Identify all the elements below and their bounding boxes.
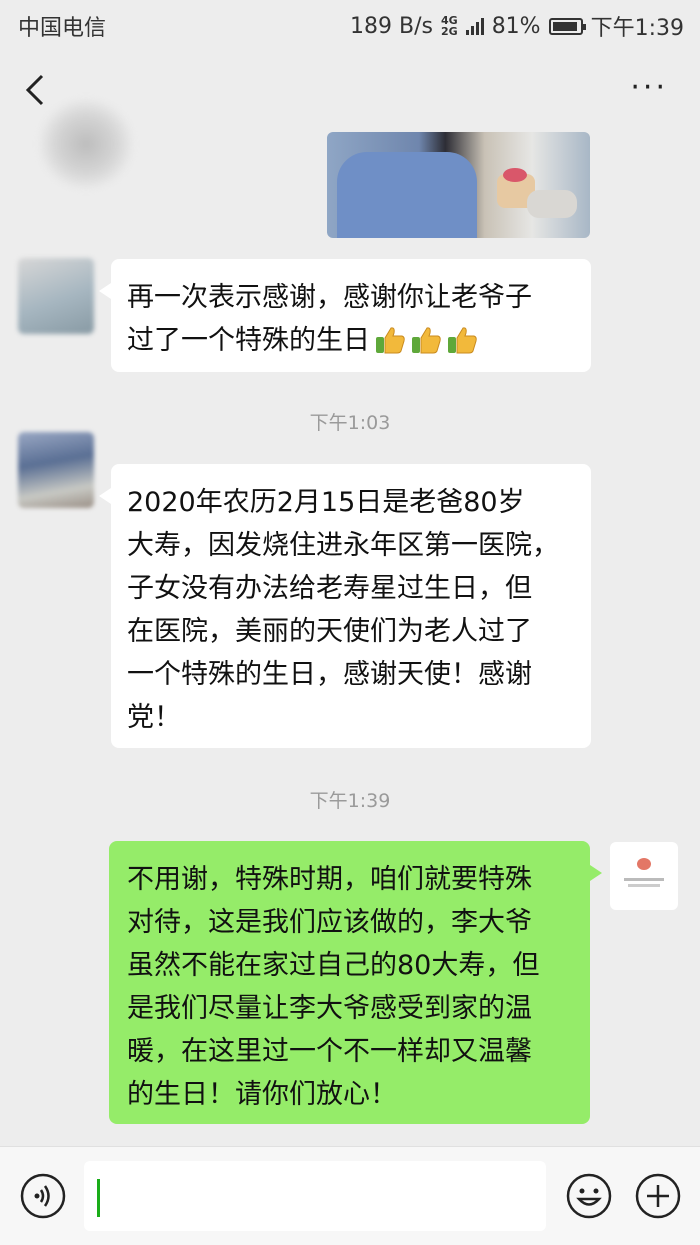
status-bar: 中国电信 189 B/s 4G 2G 81% 下午1:39 (0, 0, 700, 48)
more-dots-icon[interactable]: ··· (630, 73, 668, 103)
carrier-label: 中国电信 (18, 16, 107, 41)
input-bar (0, 1146, 700, 1245)
emoji-icon[interactable] (565, 1172, 613, 1220)
timestamp: 下午1:03 (309, 412, 391, 434)
contact-name-redacted (38, 98, 134, 190)
battery-percent: 81% (491, 13, 541, 39)
image-message[interactable] (327, 132, 590, 238)
avatar[interactable] (18, 432, 94, 508)
message-input[interactable] (84, 1161, 546, 1231)
thumbs-up-icon (410, 325, 442, 355)
status-right: 189 B/s 4G 2G 81% 下午1:39 (350, 10, 684, 42)
message-bubble-sent[interactable]: 不用谢，特殊时期，咱们就要特殊 对待，这是我们应该做的，李大爷 虽然不能在家过自… (109, 841, 602, 1124)
message-bubble[interactable]: 再一次表示感谢，感谢你让老爷子 过了一个特殊的生日 (99, 259, 591, 372)
clock: 下午1:39 (590, 16, 684, 41)
thumbs-up-icon (374, 325, 406, 355)
voice-icon[interactable] (20, 1173, 66, 1219)
battery-icon (548, 17, 586, 35)
avatar-self[interactable] (610, 842, 678, 910)
message-bubble[interactable]: 2020年农历2月15日是老爸80岁 大寿，因发烧住进永年区第一医院， 子女没有… (99, 464, 591, 748)
chat-header: ··· (0, 48, 700, 190)
text-caret (97, 1179, 100, 1217)
plus-icon[interactable] (634, 1172, 682, 1220)
signal-icon (465, 17, 484, 35)
network-bottom-label: 2G (441, 25, 458, 38)
avatar[interactable] (18, 258, 94, 334)
timestamp: 下午1:39 (309, 790, 391, 812)
network-type-icon: 4G 2G (441, 15, 458, 37)
thumbs-up-icon (446, 325, 478, 355)
network-speed: 189 B/s (350, 13, 433, 39)
